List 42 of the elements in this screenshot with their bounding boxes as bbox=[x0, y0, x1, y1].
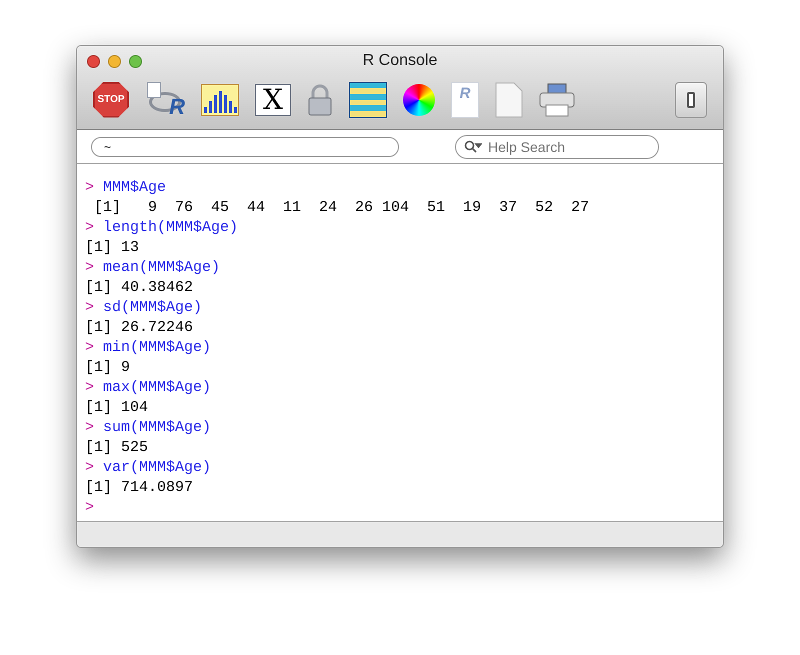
window-title: R Console bbox=[362, 51, 438, 71]
toggle-toolbar-button[interactable] bbox=[675, 82, 707, 118]
chart-button[interactable] bbox=[201, 84, 239, 116]
minimize-button[interactable] bbox=[108, 54, 121, 68]
command-text: var(MMM$Age) bbox=[103, 458, 212, 478]
command-text: max(MMM$Age) bbox=[103, 378, 212, 398]
command-text: mean(MMM$Age) bbox=[103, 258, 220, 278]
output-text: [1] 40.38462 bbox=[85, 278, 194, 298]
prompt: > bbox=[85, 218, 94, 238]
zoom-button[interactable] bbox=[129, 54, 142, 68]
command-text: sum(MMM$Age) bbox=[103, 418, 212, 438]
output-text: [1] 9 bbox=[85, 358, 130, 378]
printer-icon[interactable] bbox=[539, 82, 575, 116]
output-text: [1] 13 bbox=[85, 238, 140, 258]
color-wheel-icon[interactable] bbox=[403, 84, 435, 116]
command-text: sd(MMM$Age) bbox=[103, 298, 202, 318]
prompt: > bbox=[85, 378, 94, 398]
help-search-field[interactable]: Help Search bbox=[455, 134, 659, 158]
output-text: [1] 9 76 45 44 11 24 26 104 51 19 37 52 27 bbox=[93, 198, 590, 218]
output-text: [1] 26.72246 bbox=[85, 318, 194, 338]
prompt: > bbox=[85, 258, 94, 278]
close-button[interactable] bbox=[87, 54, 100, 68]
output-text: [1] 714.0897 bbox=[85, 478, 194, 498]
command-text: length(MMM$Age) bbox=[103, 218, 238, 238]
output-text: [1] 104 bbox=[85, 398, 148, 418]
search-icon bbox=[464, 140, 482, 154]
x11-button[interactable]: X bbox=[255, 84, 291, 116]
path-field[interactable]: ~ bbox=[91, 136, 399, 156]
prompt: > bbox=[85, 178, 94, 198]
prompt: > bbox=[85, 418, 94, 438]
command-text: min(MMM$Age) bbox=[103, 338, 212, 358]
prompt: > bbox=[85, 498, 94, 518]
prompt: > bbox=[85, 458, 94, 478]
r-logo-button[interactable]: R bbox=[145, 82, 185, 118]
command-text: MMM$Age bbox=[103, 178, 166, 198]
stop-button[interactable]: STOP bbox=[93, 82, 129, 118]
prompt: > bbox=[85, 298, 94, 318]
prompt: > bbox=[85, 338, 94, 358]
list-button[interactable] bbox=[349, 82, 387, 118]
r-document-button[interactable]: R bbox=[451, 82, 479, 118]
lock-icon[interactable] bbox=[307, 84, 333, 116]
output-text: [1] 525 bbox=[85, 438, 148, 458]
